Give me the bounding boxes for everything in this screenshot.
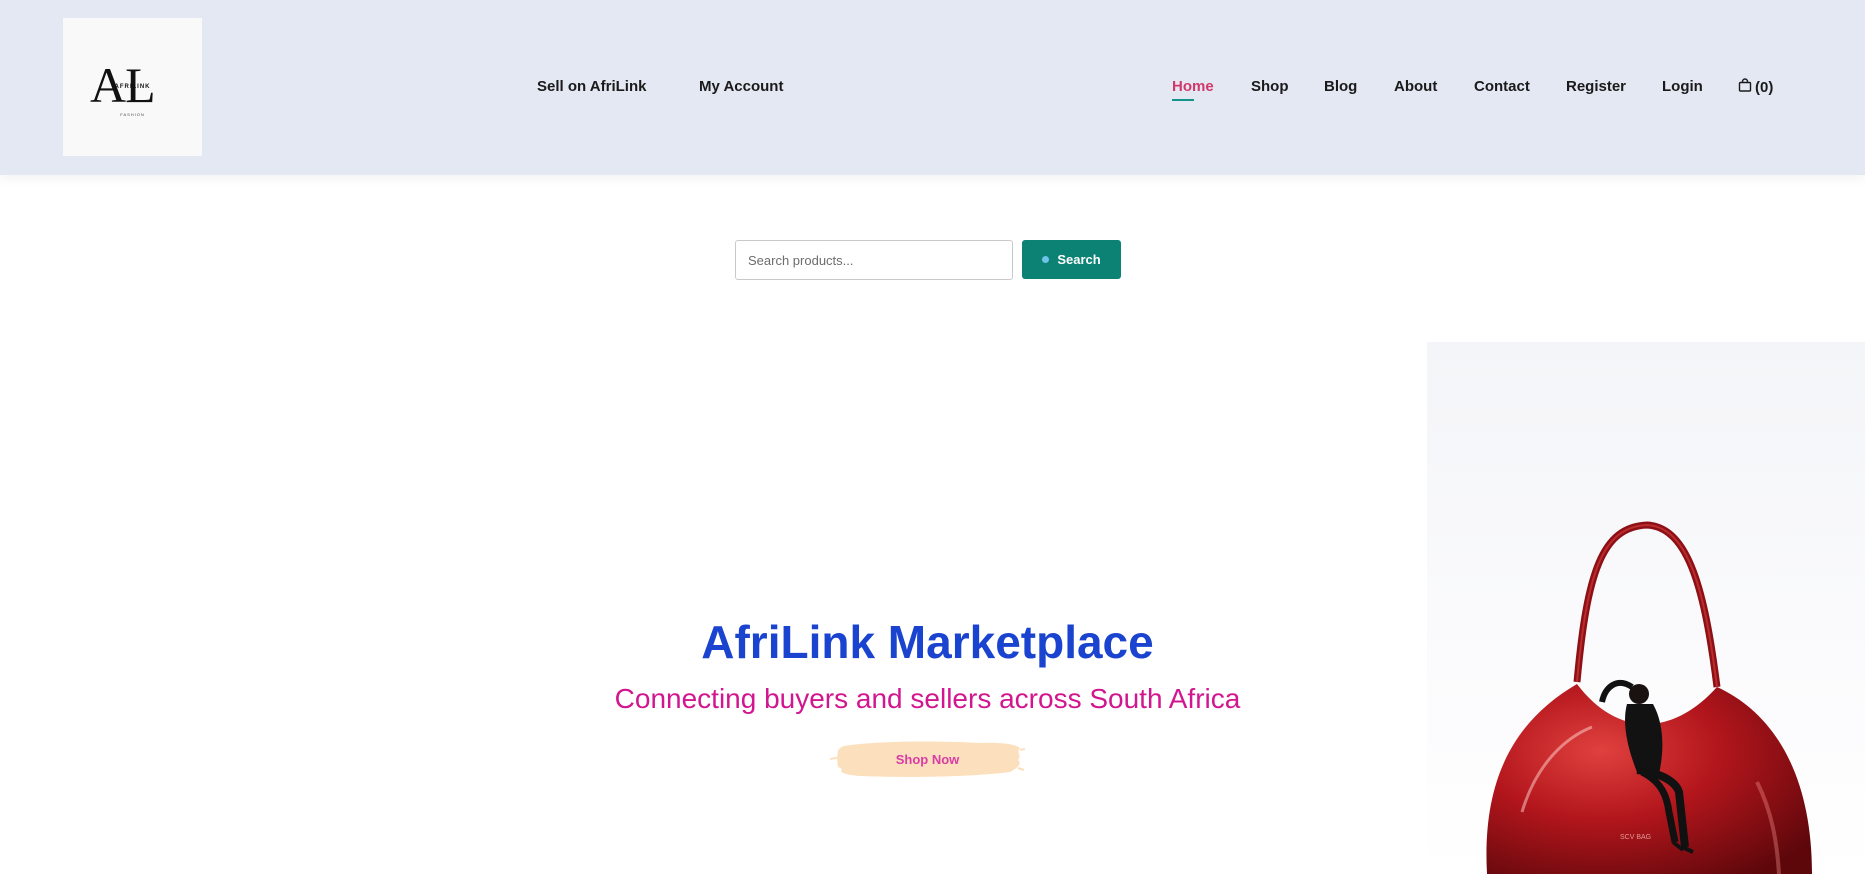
search-icon <box>1042 256 1050 263</box>
shopping-bag-icon <box>1738 78 1752 96</box>
search-button[interactable]: Search <box>1022 240 1121 279</box>
logo-brand: AFRILINK <box>114 84 151 90</box>
cart-link[interactable]: (0) <box>1738 78 1773 96</box>
shop-now-button[interactable]: Shop Now <box>830 738 1025 780</box>
shop-now-label: Shop Now <box>895 751 960 767</box>
nav-sell-on-afrilink[interactable]: Sell on AfriLink <box>537 78 646 95</box>
hero-subtitle: Connecting buyers and sellers across Sou… <box>614 683 1241 714</box>
nav-home[interactable]: Home <box>1172 78 1214 101</box>
site-header: AL AFRILINK FASHION Sell on AfriLink My … <box>0 0 1865 175</box>
nav-login[interactable]: Login <box>1662 78 1703 95</box>
nav-about[interactable]: About <box>1394 78 1437 95</box>
nav-register[interactable]: Register <box>1566 78 1626 95</box>
site-logo[interactable]: AL AFRILINK FASHION <box>63 18 202 156</box>
hero-title: AfriLink Marketplace <box>701 616 1154 668</box>
search-input[interactable] <box>735 240 1013 280</box>
nav-blog[interactable]: Blog <box>1324 78 1357 95</box>
nav-contact[interactable]: Contact <box>1474 78 1530 95</box>
bag-brand-text: SCV BAG <box>1620 834 1651 841</box>
cart-count: (0) <box>1755 78 1774 96</box>
search-button-label: Search <box>1057 252 1101 267</box>
logo-tagline: FASHION <box>120 112 145 117</box>
nav-shop[interactable]: Shop <box>1251 78 1289 95</box>
hero-image: SCV BAG <box>1427 342 1865 874</box>
nav-my-account[interactable]: My Account <box>699 78 783 95</box>
